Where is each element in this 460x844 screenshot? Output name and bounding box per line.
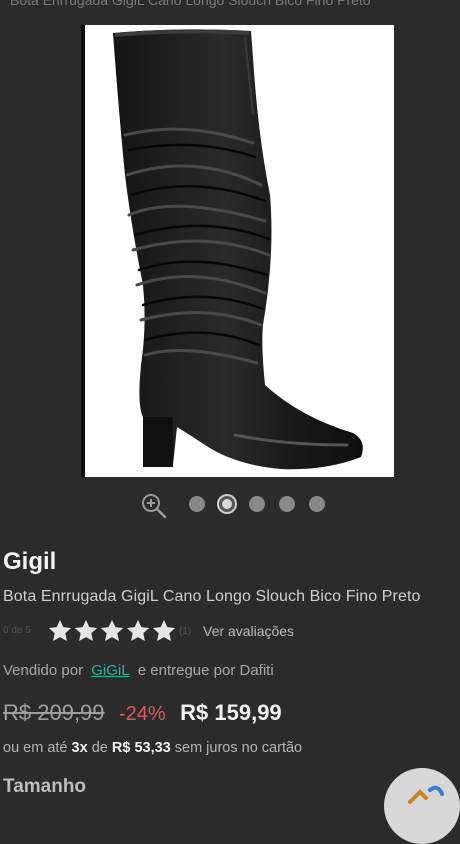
star-icon <box>48 619 72 641</box>
seller-link[interactable]: GiGiL <box>91 662 129 679</box>
installments-info: ou em até 3x de R$ 53,33 sem juros no ca… <box>3 740 302 756</box>
seller-info: Vendido por GiGiL e entregue por Dafiti <box>3 662 274 679</box>
gallery-dot-2-active[interactable] <box>219 496 235 512</box>
current-price: R$ 159,99 <box>180 700 282 725</box>
rating-text: 0 de 5 <box>3 625 31 636</box>
installments-value: R$ 53,33 <box>111 740 171 756</box>
product-image[interactable] <box>81 25 394 477</box>
gallery-dot-5[interactable] <box>309 496 325 512</box>
seller-prefix: Vendido por <box>3 662 84 679</box>
gallery-dot-1[interactable] <box>189 496 205 512</box>
installments-suffix: sem juros no cartão <box>174 740 303 756</box>
size-section-title: Tamanho <box>3 776 87 797</box>
brand-name[interactable]: Gigil <box>3 548 56 576</box>
review-count: (1) <box>179 626 192 637</box>
boot-illustration <box>113 29 363 470</box>
price-row: R$ 209,99 -24% R$ 159,99 <box>3 700 282 730</box>
gallery-controls <box>0 490 460 520</box>
product-title: Bota Enrrugada GigiL Cano Longo Slouch B… <box>3 588 421 605</box>
discount-badge: -24% <box>118 703 166 725</box>
zoom-in-icon[interactable] <box>140 492 168 520</box>
installments-count: 3x <box>71 740 88 756</box>
seller-suffix: e entregue por Dafiti <box>137 662 274 679</box>
star-icon <box>100 619 124 641</box>
gallery-dot-3[interactable] <box>249 496 265 512</box>
floating-action-button[interactable] <box>384 768 460 844</box>
installments-de: de <box>91 740 108 756</box>
installments-prefix: ou em até <box>3 740 68 756</box>
see-reviews-link[interactable]: Ver avaliações <box>203 623 294 639</box>
old-price: R$ 209,99 <box>3 700 105 725</box>
gallery-dot-4[interactable] <box>279 496 295 512</box>
star-icon <box>152 619 176 641</box>
rating-row: 0 de 5 (1) Ver avaliações <box>3 618 460 644</box>
star-icon <box>126 619 150 641</box>
star-icon <box>74 619 98 641</box>
star-rating <box>47 618 177 649</box>
breadcrumb: Bota Enrrugada GigiL Cano Longo Slouch B… <box>10 0 371 8</box>
chat-icon <box>408 785 444 804</box>
